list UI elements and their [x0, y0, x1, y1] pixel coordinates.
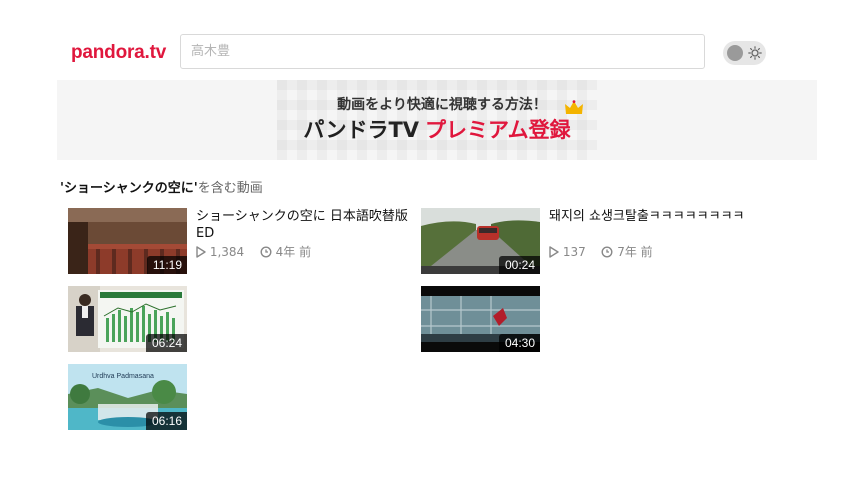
- clock-icon: [601, 245, 613, 258]
- results-suffix: を含む動画: [197, 181, 263, 196]
- video-duration: 06:24: [145, 334, 187, 352]
- video-thumbnail[interactable]: 04:30: [421, 286, 540, 352]
- video-duration: 06:16: [145, 412, 187, 430]
- sun-icon: [748, 46, 762, 60]
- search-input[interactable]: [180, 34, 705, 69]
- play-icon: [196, 245, 206, 258]
- video-title[interactable]: ショーシャンクの空に 日本語吹替版ED: [196, 208, 426, 242]
- banner-title-brand: パンドラTV: [303, 118, 420, 142]
- banner-title-premium: プレミアム登録: [425, 118, 571, 142]
- thumbnail-overlay-text: Urdhva Padmasana: [92, 373, 154, 380]
- video-card[interactable]: 06:24: [68, 286, 187, 352]
- pandora-logo[interactable]: pandora.tv: [71, 42, 166, 64]
- video-card[interactable]: 00:24 돼지의 쇼생크탈출ㅋㅋㅋㅋㅋㅋㅋㅋ 137 7年 前: [421, 208, 781, 274]
- video-meta: 137 7年 前: [549, 243, 653, 260]
- banner-subtitle: 動画をより快適に視聴する方法！: [337, 97, 547, 113]
- results-heading: 'ショーシャンクの空に'を含む動画: [60, 177, 263, 196]
- video-duration: 04:30: [498, 334, 540, 352]
- video-thumbnail[interactable]: 00:24: [421, 208, 540, 274]
- view-count: 137: [562, 244, 586, 259]
- video-card[interactable]: 11:19 ショーシャンクの空に 日本語吹替版ED 1,384 4年 前: [68, 208, 428, 274]
- video-thumbnail[interactable]: Urdhva Padmasana 06:16: [68, 364, 187, 430]
- clock-icon: [260, 245, 272, 258]
- video-meta: 1,384 4年 前: [196, 243, 311, 260]
- video-duration: 11:19: [146, 256, 187, 274]
- view-count: 1,384: [209, 244, 245, 259]
- theme-toggle[interactable]: [723, 41, 766, 65]
- video-title[interactable]: 돼지의 쇼생크탈출ㅋㅋㅋㅋㅋㅋㅋㅋ: [549, 208, 769, 225]
- crown-icon: [565, 100, 583, 114]
- upload-age: 7年 前: [617, 245, 653, 259]
- video-card[interactable]: 04:30: [421, 286, 540, 352]
- video-thumbnail[interactable]: 11:19: [68, 208, 187, 274]
- play-icon: [549, 245, 559, 258]
- results-query: ショーシャンクの空に: [63, 181, 194, 196]
- video-card[interactable]: Urdhva Padmasana 06:16: [68, 364, 187, 430]
- banner-title: パンドラTV プレミアム登録: [277, 114, 597, 144]
- toggle-knob: [727, 45, 743, 61]
- video-thumbnail[interactable]: 06:24: [68, 286, 187, 352]
- upload-age: 4年 前: [275, 245, 312, 259]
- video-duration: 00:24: [498, 256, 540, 274]
- premium-banner[interactable]: 動画をより快適に視聴する方法！ パンドラTV プレミアム登録: [57, 80, 817, 160]
